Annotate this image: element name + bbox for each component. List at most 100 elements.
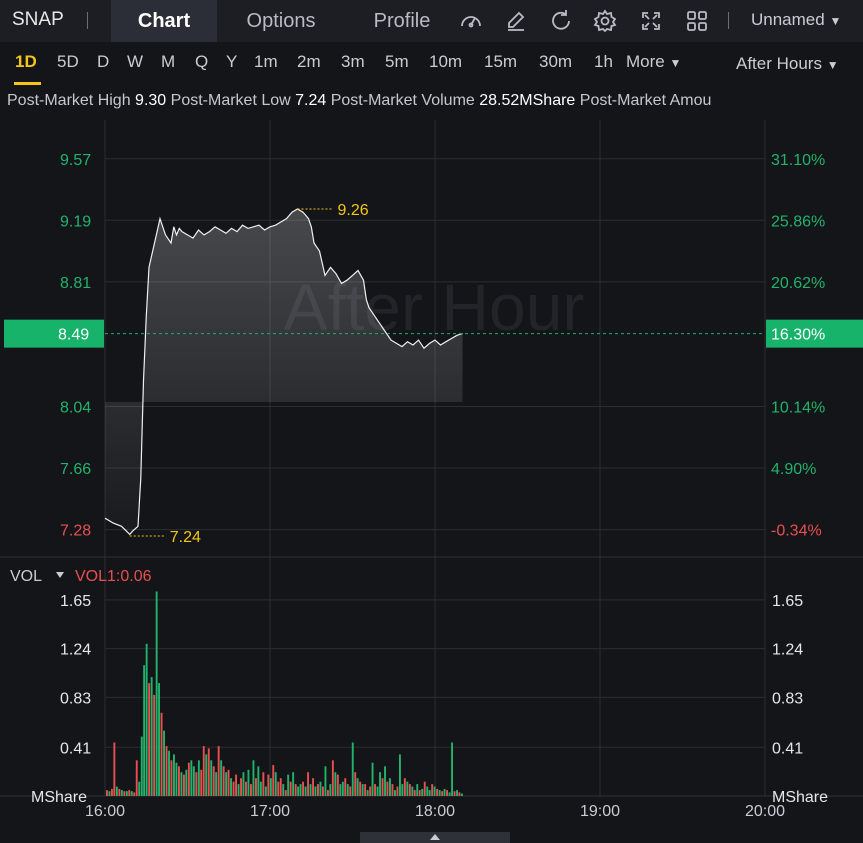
volume-bar: [292, 772, 295, 796]
timeframe-d[interactable]: D: [97, 52, 109, 72]
volume-tick-label: 0.41: [772, 740, 803, 757]
volume-bar: [262, 772, 265, 796]
panel-resize-handle[interactable]: [360, 832, 510, 843]
volume-bar: [433, 786, 436, 796]
timeframe-5d[interactable]: 5D: [57, 52, 79, 72]
timeframe-30m[interactable]: 30m: [539, 52, 572, 72]
timeframe-2m[interactable]: 2m: [297, 52, 321, 72]
timeframe-1d[interactable]: 1D: [15, 52, 37, 72]
volume-bar: [334, 772, 337, 796]
volume-bar: [130, 791, 133, 796]
volume-bar: [406, 781, 409, 796]
volume-bar: [381, 778, 384, 796]
more-label: More: [626, 52, 665, 71]
volume-bar: [212, 766, 215, 796]
volume-bar: [339, 784, 342, 796]
gauge-icon[interactable]: [458, 8, 484, 34]
chart-canvas[interactable]: After Hour 9.579.198.818.498.047.667.28 …: [0, 120, 863, 832]
volume-indicator: VOL1:0.06: [75, 568, 152, 585]
percent-tick-label: 31.10%: [771, 152, 825, 169]
tab-options[interactable]: Options: [226, 0, 336, 42]
time-tick-label: 17:00: [250, 803, 290, 820]
volume-bar: [230, 778, 232, 796]
layout-name-dropdown[interactable]: Unnamed ▼: [751, 10, 841, 30]
volume-bar: [359, 781, 362, 796]
volume-bar: [183, 774, 185, 796]
volume-bar: [242, 772, 245, 796]
post-market-stats: Post-Market High 9.30 Post-Market Low 7.…: [0, 92, 863, 120]
high-marker-label: 9.26: [338, 202, 369, 219]
fullscreen-icon[interactable]: [638, 8, 664, 34]
volume-tick-label: 1.24: [60, 642, 91, 659]
volume-bar: [312, 778, 314, 796]
volume-bar: [351, 742, 354, 796]
refresh-icon[interactable]: [548, 8, 574, 34]
volume-bar: [118, 788, 121, 796]
volume-bar: [451, 742, 453, 796]
timeframe-w[interactable]: W: [127, 52, 143, 72]
timeframe-bar: 1D 5D D W M Q Y 1m 2m 3m 5m 10m 15m 30m …: [0, 42, 863, 86]
volume-bar: [289, 781, 292, 796]
volume-bar: [225, 772, 228, 796]
ticker-symbol[interactable]: SNAP: [12, 9, 64, 31]
volume-bar: [448, 792, 451, 796]
volume-bar: [366, 790, 369, 796]
tab-chart[interactable]: Chart: [111, 0, 217, 42]
time-tick-label: 18:00: [415, 803, 455, 820]
volume-bar: [145, 643, 148, 796]
amount-label: Post-Market Amou: [579, 92, 712, 109]
volume-bar: [374, 784, 376, 796]
price-tick-label: 8.81: [60, 275, 91, 292]
more-timeframes-dropdown[interactable]: More ▼: [626, 52, 681, 72]
volume-bar: [111, 788, 113, 796]
session-dropdown[interactable]: After Hours ▼: [736, 54, 839, 74]
volume-bar: [421, 788, 424, 796]
volume-bar: [426, 786, 429, 796]
volume-bar: [401, 784, 404, 796]
tab-profile[interactable]: Profile: [354, 0, 450, 42]
volume-header: VOL VOL1:0.06: [10, 568, 152, 585]
volume-bar: [371, 762, 374, 796]
volume-bar: [431, 784, 434, 796]
volume-bar: [135, 760, 138, 796]
volume-bar: [106, 790, 108, 796]
timeframe-15m[interactable]: 15m: [484, 52, 517, 72]
volume-bar: [336, 774, 339, 796]
grid-icon[interactable]: [684, 8, 710, 34]
volume-bar: [257, 766, 260, 796]
volume-bar: [185, 769, 188, 796]
active-timeframe-indicator: [14, 82, 41, 85]
volume-bar: [143, 665, 146, 796]
volume-bar: [309, 784, 312, 796]
volume-label[interactable]: VOL: [10, 568, 42, 585]
timeframe-q[interactable]: Q: [195, 52, 208, 72]
volume-bar: [302, 781, 304, 796]
volume-bar: [324, 766, 327, 796]
timeframe-y[interactable]: Y: [226, 52, 237, 72]
timeframe-m[interactable]: M: [161, 52, 175, 72]
timeframe-3m[interactable]: 3m: [341, 52, 365, 72]
volume-bar: [384, 766, 386, 796]
volume-bar: [331, 760, 334, 796]
volume-bar: [282, 784, 285, 796]
timeframe-10m[interactable]: 10m: [429, 52, 462, 72]
settings-icon[interactable]: [592, 8, 618, 34]
volume-bar: [269, 778, 272, 796]
volume-bar: [443, 788, 446, 796]
low-marker-label: 7.24: [170, 529, 201, 546]
volume-bar: [446, 790, 448, 796]
volume-bar: [205, 754, 208, 796]
volume-bar: [240, 778, 242, 796]
timeframe-1h[interactable]: 1h: [594, 52, 613, 72]
volume-bar: [222, 766, 225, 796]
volume-bar: [458, 792, 461, 796]
stats-line: Post-Market High 9.30 Post-Market Low 7.…: [7, 92, 711, 110]
timeframe-5m[interactable]: 5m: [385, 52, 409, 72]
volume-unit-label: MShare: [31, 789, 87, 806]
volume-bar: [287, 774, 290, 796]
volume-bar: [170, 760, 173, 796]
timeframe-1m[interactable]: 1m: [254, 52, 278, 72]
edit-icon[interactable]: [503, 8, 529, 34]
caret-down-icon: ▼: [826, 58, 839, 72]
volume-bar: [396, 786, 399, 796]
